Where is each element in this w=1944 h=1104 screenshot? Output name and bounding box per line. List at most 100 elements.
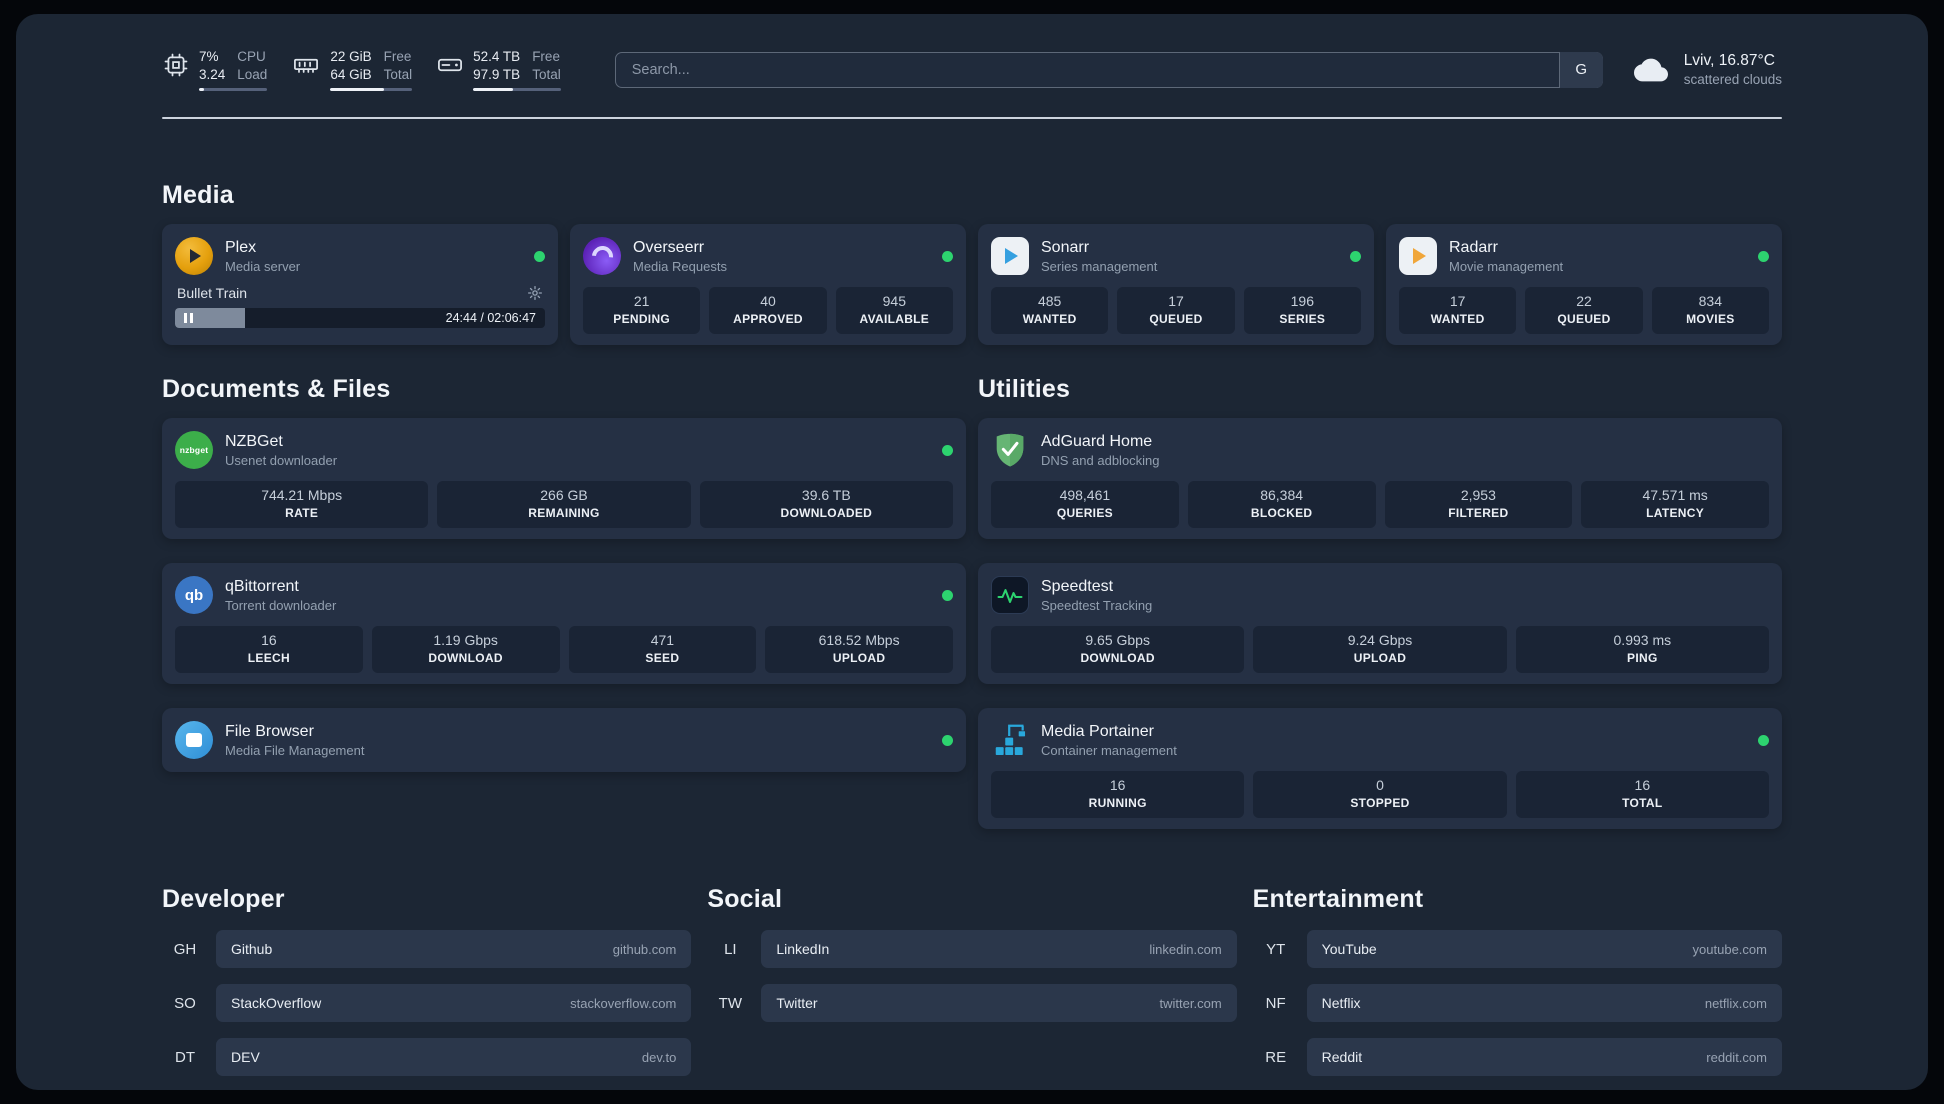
card-plex[interactable]: Plex Media server Bullet Train 24:44 / 0… [162,224,558,346]
disk-progress-fill [473,88,514,92]
stat-label: PING [1627,651,1658,666]
stat-box: 9.24 Gbps UPLOAD [1253,626,1507,674]
cpu-load-value: 3.24 [199,66,226,82]
radarr-icon [1399,237,1437,276]
pause-icon[interactable] [184,313,193,324]
search-provider-button[interactable]: G [1558,51,1603,88]
top-bar: 7% 3.24 CPU Load 22 GiB 64 GiB Free Tota… [162,48,1782,92]
stat-value: 21 [633,293,650,310]
stat-box: 471 SEED [568,626,757,674]
stat-label: DOWNLOAD [1080,651,1155,666]
bookmark-link-netflix[interactable]: Netflix netflix.com [1306,984,1782,1023]
status-dot [1758,250,1769,262]
weather-condition: scattered clouds [1683,72,1782,88]
bookmark-link-twitter[interactable]: Twitter twitter.com [761,984,1237,1023]
bookmark-row: DT DEV dev.to [162,1038,692,1077]
card-filebrowser[interactable]: File Browser Media File Management [162,708,966,773]
bookmark-row: LI LinkedIn linkedin.com [707,930,1237,969]
stat-value: 16 [261,632,277,649]
settings-gear-icon[interactable] [527,285,543,301]
plex-now-playing: Bullet Train 24:44 / 02:06:47 [175,285,545,329]
service-name: Plex [225,238,257,256]
memory-total-label: Total [383,66,413,82]
card-radarr[interactable]: Radarr Movie management 17 WANTED 22 QUE… [1386,224,1782,346]
disk-progress-track [473,88,561,92]
service-name: File Browser [225,722,314,740]
stat-box: 40 APPROVED [709,287,827,335]
service-name: qBittorrent [225,577,299,595]
stat-box: 47.571 ms LATENCY [1581,481,1769,529]
stat-label: RUNNING [1088,796,1147,811]
service-description: Media File Management [225,742,365,758]
bookmark-link-dev[interactable]: DEV dev.to [216,1038,692,1077]
memory-total-value: 64 GiB [330,66,372,82]
section-title-developer: Developer [162,885,285,914]
card-overseerr[interactable]: Overseerr Media Requests 21 PENDING 40 A… [570,224,966,346]
stat-box: 17 QUEUED [1117,287,1235,335]
portainer-icon [991,721,1029,759]
card-sonarr[interactable]: Sonarr Series management 485 WANTED 17 Q… [978,224,1374,346]
service-name: Radarr [1449,238,1498,256]
memory-progress-fill [330,88,385,92]
bookmark-name: Netflix [1321,995,1361,1012]
bookmark-link-reddit[interactable]: Reddit reddit.com [1306,1038,1782,1077]
bookmark-row: YT YouTube youtube.com [1253,930,1782,969]
bookmark-row: SO StackOverflow stackoverflow.com [162,984,692,1023]
stat-value: 471 [650,632,675,649]
speedtest-icon [991,576,1029,615]
stat-box: 1.19 Gbps DOWNLOAD [371,626,560,674]
disk-free-label: Free [532,49,560,64]
search-input[interactable] [614,51,1603,88]
card-portainer[interactable]: Media Portainer Container management 16 … [978,708,1782,830]
cpu-progress-track [199,88,268,92]
stat-label: BLOCKED [1250,506,1313,521]
cloud-icon [1633,58,1668,81]
card-adguard[interactable]: AdGuard Home DNS and adblocking 498,461 … [978,418,1782,540]
playback-progress-bar[interactable]: 24:44 / 02:06:47 [175,308,545,329]
service-description: Usenet downloader [225,452,338,468]
bookmark-link-stackoverflow[interactable]: StackOverflow stackoverflow.com [216,984,692,1023]
bookmark-link-youtube[interactable]: YouTube youtube.com [1306,930,1782,969]
desktop-background: 7% 3.24 CPU Load 22 GiB 64 GiB Free Tota… [0,0,1944,1104]
stat-value: 498,461 [1059,487,1111,504]
section-title-documents: Documents & Files [162,375,391,404]
bookmark-link-github[interactable]: Github github.com [216,930,692,969]
service-description: Speedtest Tracking [1041,597,1153,613]
cpu-label: CPU [237,49,266,64]
bookmark-row: NF Netflix netflix.com [1253,984,1782,1023]
section-title-media: Media [162,181,234,210]
card-nzbget[interactable]: nzbget NZBGet Usenet downloader 744.21 M… [162,418,966,540]
cpu-progress-fill [199,88,204,92]
stat-box: 0 STOPPED [1253,771,1507,819]
filebrowser-icon [175,721,213,760]
bookmark-abbr: DT [175,1048,195,1066]
documents-column: Documents & Files nzbget NZBGet Usenet d… [162,375,966,773]
service-name: Speedtest [1041,577,1114,595]
disk-widget: 52.4 TB 97.9 TB Free Total [436,48,561,92]
bookmark-domain: twitter.com [1159,995,1222,1011]
service-description: Media server [225,258,301,274]
stat-box: 16 TOTAL [1515,771,1769,819]
stat-label: LATENCY [1646,506,1705,521]
card-speedtest[interactable]: Speedtest Speedtest Tracking 9.65 Gbps D… [978,563,1782,685]
media-grid: Plex Media server Bullet Train 24:44 / 0… [162,224,1782,346]
stat-label: PENDING [613,312,671,327]
stat-label: SERIES [1279,312,1326,327]
stat-label: DOWNLOAD [428,651,503,666]
stat-value: 9.65 Gbps [1085,632,1150,649]
cpu-widget: 7% 3.24 CPU Load [162,48,268,92]
stat-value: 39.6 TB [801,487,851,504]
memory-icon [294,58,319,73]
stat-value: 834 [1698,293,1722,310]
card-qbittorrent[interactable]: qb qBittorrent Torrent downloader 16 LEE… [162,563,966,685]
stat-label: UPLOAD [832,651,886,666]
disk-icon [438,58,463,72]
service-description: Series management [1041,258,1158,274]
stat-value: 16 [1109,777,1126,794]
stat-box: 22 QUEUED [1525,287,1643,335]
bookmark-link-linkedin[interactable]: LinkedIn linkedin.com [761,930,1237,969]
bookmark-domain: linkedin.com [1149,941,1222,957]
cpu-load-label: Load [237,66,268,82]
bookmark-abbr: YT [1266,940,1286,958]
utilities-column: Utilities AdGuard Home DNS and adblockin… [978,375,1782,830]
